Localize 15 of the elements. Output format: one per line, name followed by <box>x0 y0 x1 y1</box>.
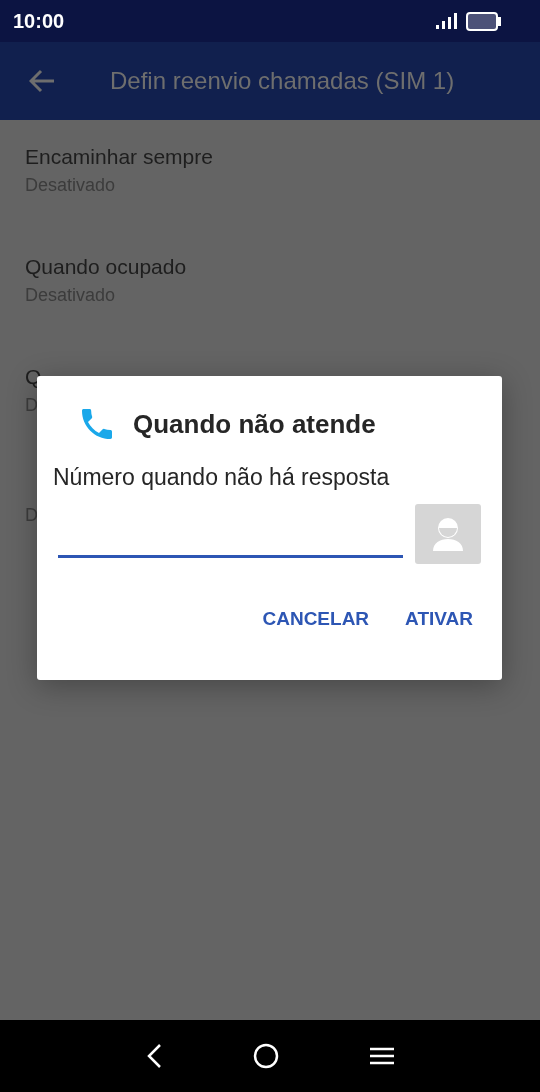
home-icon[interactable] <box>253 1043 279 1069</box>
setting-title: Encaminhar sempre <box>25 144 213 170</box>
dialog-title: Quando não atende <box>133 408 376 440</box>
back-icon[interactable] <box>145 1043 162 1069</box>
app-bar-title: Defin reenvio chamadas (SIM 1) <box>110 67 455 95</box>
menu-icon[interactable] <box>370 1047 395 1065</box>
dialog-button[interactable]: ATIVAR <box>397 602 481 636</box>
back-arrow-icon[interactable] <box>29 69 55 93</box>
dialog-message: Número quando não há resposta <box>53 464 390 491</box>
status-time: 10:00 <box>13 9 65 33</box>
battery-icon <box>466 11 502 31</box>
dialog-button[interactable]: CANCELAR <box>254 602 378 636</box>
signal-icon <box>435 13 457 29</box>
person-icon <box>432 517 464 551</box>
setting-title: Quando ocupado <box>25 254 187 280</box>
